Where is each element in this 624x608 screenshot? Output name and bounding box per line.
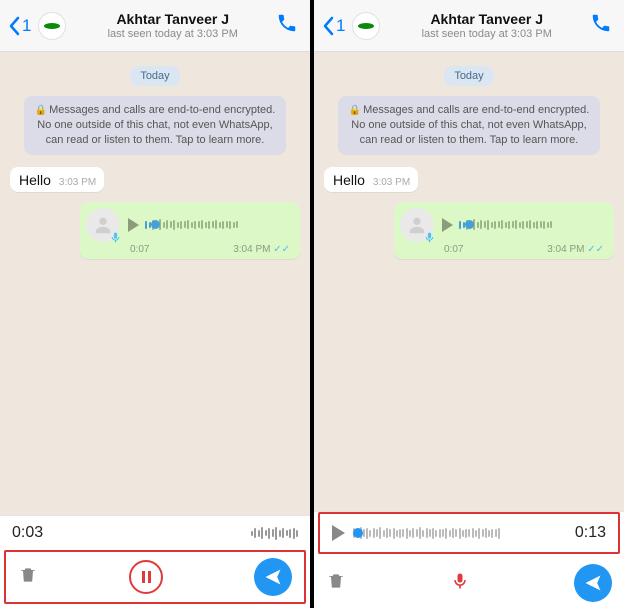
phone-icon xyxy=(276,12,298,34)
back-button[interactable]: 1 xyxy=(8,16,31,36)
playhead-dot[interactable] xyxy=(151,220,160,229)
send-icon xyxy=(263,567,283,587)
contact-info[interactable]: Akhtar Tanveer J last seen today at 3:03… xyxy=(73,11,272,40)
preview-play-button[interactable] xyxy=(332,525,345,541)
outgoing-voice-message[interactable]: 0:07 3:04 PM ✓✓ xyxy=(394,202,614,259)
encryption-notice[interactable]: 🔒Messages and calls are end-to-end encry… xyxy=(338,96,600,155)
recording-timer: 0:03 xyxy=(12,524,241,542)
back-button[interactable]: 1 xyxy=(322,16,345,36)
highlight-box: 0:13 xyxy=(318,512,620,554)
date-pill: Today xyxy=(444,66,493,86)
contact-name: Akhtar Tanveer J xyxy=(73,11,272,27)
voice-waveform[interactable] xyxy=(145,217,292,233)
mic-icon xyxy=(423,231,436,244)
call-button[interactable] xyxy=(586,12,616,39)
voice-sender-avatar xyxy=(86,208,120,242)
voice-duration: 0:07 xyxy=(444,244,463,255)
preview-footer: 0:13 xyxy=(314,511,624,608)
read-ticks-icon: ✓✓ xyxy=(587,244,604,255)
chat-header: 1 Akhtar Tanveer J last seen today at 3:… xyxy=(0,0,310,52)
mic-icon xyxy=(109,231,122,244)
voice-duration: 0:07 xyxy=(130,244,149,255)
date-pill: Today xyxy=(130,66,179,86)
delete-button[interactable] xyxy=(18,564,38,591)
send-button[interactable] xyxy=(254,558,292,596)
phone-right: 1 Akhtar Tanveer J last seen today at 3:… xyxy=(314,0,624,608)
chat-body: Today 🔒Messages and calls are end-to-end… xyxy=(314,52,624,511)
back-count: 1 xyxy=(22,16,31,36)
phone-icon xyxy=(590,12,612,34)
play-icon[interactable] xyxy=(128,218,139,232)
phone-left: 1 Akhtar Tanveer J last seen today at 3:… xyxy=(0,0,310,608)
contact-status: last seen today at 3:03 PM xyxy=(73,28,272,40)
lock-icon: 🔒 xyxy=(35,105,47,116)
send-button[interactable] xyxy=(574,564,612,602)
recording-waveform xyxy=(251,527,299,540)
preview-duration: 0:13 xyxy=(575,524,606,542)
highlight-box xyxy=(4,550,306,604)
mic-icon xyxy=(450,569,470,593)
lock-icon: 🔒 xyxy=(349,105,361,116)
playhead-dot[interactable] xyxy=(353,528,363,538)
message-time: 3:03 PM xyxy=(373,177,410,188)
message-text: Hello xyxy=(333,172,365,188)
delete-button[interactable] xyxy=(326,570,346,597)
contact-avatar[interactable] xyxy=(38,12,66,40)
voice-waveform[interactable] xyxy=(459,217,606,233)
call-button[interactable] xyxy=(272,12,302,39)
send-icon xyxy=(583,573,603,593)
preview-waveform[interactable] xyxy=(353,527,567,539)
message-text: Hello xyxy=(19,172,51,188)
encryption-notice[interactable]: 🔒Messages and calls are end-to-end encry… xyxy=(24,96,286,155)
chat-body: Today 🔒Messages and calls are end-to-end… xyxy=(0,52,310,515)
incoming-message[interactable]: Hello 3:03 PM xyxy=(10,167,104,192)
trash-icon xyxy=(326,570,346,592)
read-ticks-icon: ✓✓ xyxy=(273,244,290,255)
voice-sender-avatar xyxy=(400,208,434,242)
back-count: 1 xyxy=(336,16,345,36)
playhead-dot[interactable] xyxy=(465,220,474,229)
voice-time: 3:04 PM xyxy=(547,244,584,255)
contact-info[interactable]: Akhtar Tanveer J last seen today at 3:03… xyxy=(387,11,586,40)
contact-avatar[interactable] xyxy=(352,12,380,40)
recording-footer: 0:03 xyxy=(0,515,310,608)
pause-icon xyxy=(142,571,145,583)
play-icon[interactable] xyxy=(442,218,453,232)
outgoing-voice-message[interactable]: 0:07 3:04 PM ✓✓ xyxy=(80,202,300,259)
chat-header: 1 Akhtar Tanveer J last seen today at 3:… xyxy=(314,0,624,52)
chevron-left-icon xyxy=(8,16,20,36)
message-time: 3:03 PM xyxy=(59,177,96,188)
pause-button[interactable] xyxy=(129,560,163,594)
contact-name: Akhtar Tanveer J xyxy=(387,11,586,27)
trash-icon xyxy=(18,564,38,586)
voice-time: 3:04 PM xyxy=(233,244,270,255)
record-button[interactable] xyxy=(450,569,470,598)
contact-status: last seen today at 3:03 PM xyxy=(387,28,586,40)
chevron-left-icon xyxy=(322,16,334,36)
incoming-message[interactable]: Hello 3:03 PM xyxy=(324,167,418,192)
